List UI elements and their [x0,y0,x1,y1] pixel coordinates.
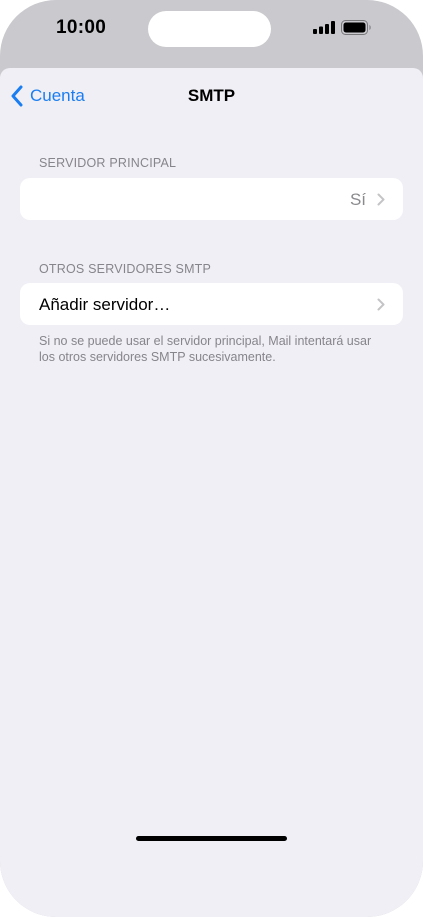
other-servers-header: OTROS SERVIDORES SMTP [39,262,212,276]
other-servers-footer: Si no se puede usar el servidor principa… [39,334,372,364]
home-indicator[interactable] [136,836,287,841]
status-bar: 10:00 [0,0,423,62]
dynamic-island [148,11,271,47]
battery-full-icon [341,20,371,35]
primary-server-header: SERVIDOR PRINCIPAL [39,156,177,170]
chevron-right-icon [377,193,385,206]
page-title: SMTP [187,86,236,105]
primary-server-cell[interactable]: Sí [20,178,403,220]
add-server-label: Añadir servidor… [39,295,171,314]
add-server-cell[interactable]: Añadir servidor… [20,283,403,325]
primary-server-value: Sí [349,190,366,209]
settings-sheet: Cuenta SMTP SERVIDOR PRINCIPAL Sí OTROS … [0,68,423,917]
phone-frame: 10:00 Cuenta SMTP SERVIDOR PRINCIPAL Sí … [0,0,423,917]
chevron-right-icon [377,298,385,311]
navigation-bar: Cuenta SMTP [0,68,423,124]
status-time: 10:00 [56,17,107,38]
cellular-signal-icon [313,21,335,34]
